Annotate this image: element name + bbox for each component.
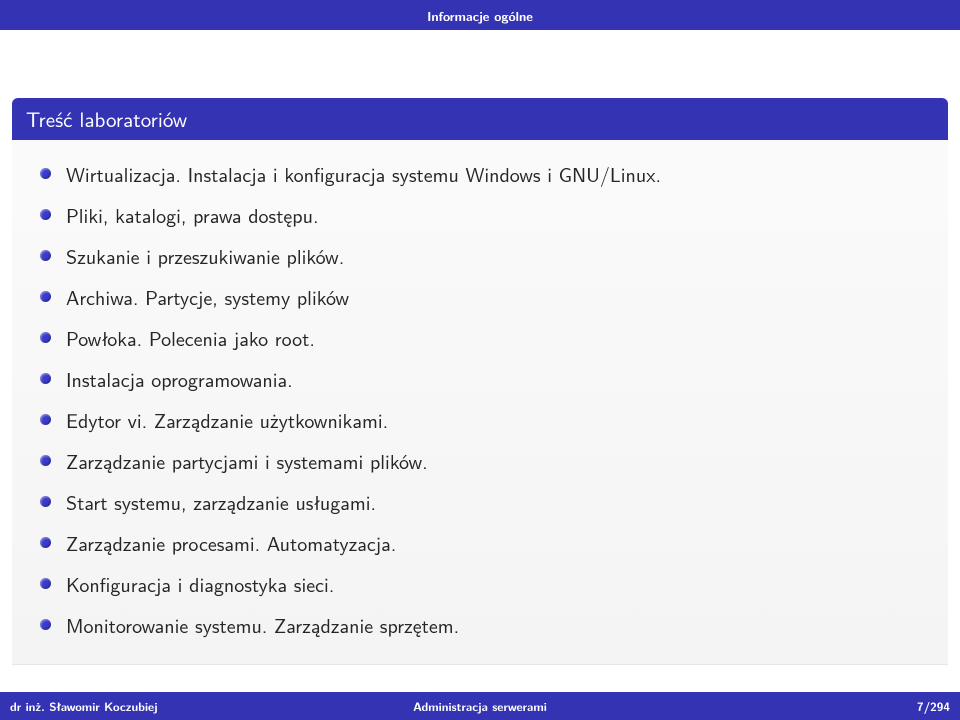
list-item: Szukanie i przeszukiwanie plików.	[40, 236, 934, 277]
list-item: Konfiguracja i diagnostyka sieci.	[40, 564, 934, 605]
item-list: Wirtualizacja. Instalacja i konfiguracja…	[40, 154, 934, 646]
list-item: Powłoka. Polecenia jako root.	[40, 318, 934, 359]
content-block: Treść laboratoriów Wirtualizacja. Instal…	[12, 98, 948, 665]
section-tab: Informacje ogólne	[409, 2, 551, 29]
list-item: Monitorowanie systemu. Zarządzanie sprzę…	[40, 605, 934, 646]
list-item: Pliki, katalogi, prawa dostępu.	[40, 195, 934, 236]
list-item: Instalacja oprogramowania.	[40, 359, 934, 400]
footer-page: 7/294	[637, 697, 960, 715]
slide: Informacje ogólne Treść laboratoriów Wir…	[0, 0, 960, 720]
block-title: Treść laboratoriów	[12, 98, 948, 140]
slide-footer: dr inż. Sławomir Koczubiej Administracja…	[0, 692, 960, 720]
footer-title: Administracja serwerami	[323, 697, 636, 715]
footer-author: dr inż. Sławomir Koczubiej	[0, 697, 323, 715]
list-item: Zarządzanie procesami. Automatyzacja.	[40, 523, 934, 564]
list-item: Wirtualizacja. Instalacja i konfiguracja…	[40, 154, 934, 195]
slide-header: Informacje ogólne	[0, 0, 960, 30]
list-item: Start systemu, zarządzanie usługami.	[40, 482, 934, 523]
slide-body: Treść laboratoriów Wirtualizacja. Instal…	[0, 68, 960, 686]
list-item: Archiwa. Partycje, systemy plików	[40, 277, 934, 318]
block-body: Wirtualizacja. Instalacja i konfiguracja…	[12, 140, 948, 652]
list-item: Edytor vi. Zarządzanie użytkownikami.	[40, 400, 934, 441]
list-item: Zarządzanie partycjami i systemami plikó…	[40, 441, 934, 482]
